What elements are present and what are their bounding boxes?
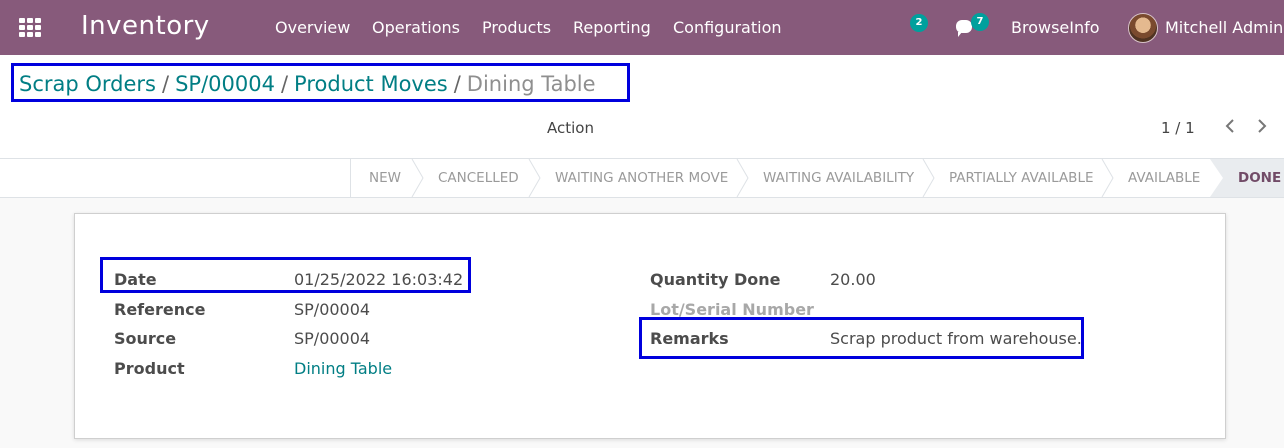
quantity-done-value: 20.00	[830, 270, 876, 289]
avatar[interactable]	[1128, 13, 1158, 43]
stage-arrow-icon	[528, 159, 541, 197]
product-label: Product	[114, 359, 185, 378]
stage-arrow-icon	[1101, 159, 1114, 197]
stage-waiting-another-move[interactable]: WAITING ANOTHER MOVE	[555, 159, 728, 197]
quantity-done-label: Quantity Done	[650, 270, 781, 289]
breadcrumb-scrap-orders[interactable]: Scrap Orders	[19, 72, 156, 96]
stage-done-arrow-icon	[1210, 159, 1223, 197]
reference-value: SP/00004	[294, 300, 371, 319]
activity-count-badge[interactable]: 2	[910, 14, 928, 32]
status-bar-divider	[350, 159, 351, 197]
chat-icon[interactable]	[956, 20, 972, 37]
stage-partially-available[interactable]: PARTIALLY AVAILABLE	[949, 159, 1094, 197]
pager-value[interactable]: 1 / 1	[1161, 119, 1195, 137]
product-link[interactable]: Dining Table	[294, 359, 392, 378]
control-panel: Scrap Orders / SP/00004/Product Moves / Dini…	[0, 55, 1284, 158]
breadcrumb-separator: /	[280, 72, 289, 96]
stage-arrow-icon	[411, 159, 424, 197]
apps-menu-icon[interactable]	[19, 18, 41, 37]
breadcrumb-product-moves[interactable]: Product Moves	[294, 72, 448, 96]
reference-label: Reference	[114, 300, 206, 319]
menu-reporting[interactable]: Reporting	[573, 18, 651, 37]
breadcrumb: Scrap Orders / SP/00004/Product Moves / Dini…	[19, 72, 596, 96]
menu-overview[interactable]: Overview	[275, 18, 350, 37]
action-dropdown-button[interactable]: Action	[547, 119, 594, 137]
stage-arrow-icon	[736, 159, 749, 197]
lot-serial-number-label: Lot/Serial Number	[650, 300, 814, 319]
stage-waiting-availability[interactable]: WAITING AVAILABILITY	[763, 159, 914, 197]
message-count-badge[interactable]: 7	[971, 13, 989, 31]
menu-products[interactable]: Products	[482, 18, 551, 37]
breadcrumb-separator: /	[453, 72, 461, 96]
company-switcher[interactable]: BrowseInfo	[1011, 18, 1100, 37]
breadcrumb-current: Dining Table	[466, 72, 596, 96]
source-label: Source	[114, 329, 177, 348]
stage-arrow-icon	[922, 159, 935, 197]
date-label: Date	[114, 270, 157, 289]
remarks-value: Scrap product from warehouse.	[830, 329, 1082, 348]
stage-cancelled[interactable]: CANCELLED	[438, 159, 519, 197]
form-sheet: Date 01/25/2022 16:03:42 Reference SP/00…	[74, 213, 1226, 439]
source-value: SP/00004	[294, 329, 371, 348]
breadcrumb-scrap-record[interactable]: SP/00004	[175, 72, 275, 96]
remarks-label: Remarks	[650, 329, 729, 348]
user-menu[interactable]: Mitchell Admin	[1165, 18, 1283, 37]
stage-available[interactable]: AVAILABLE	[1128, 159, 1200, 197]
date-value: 01/25/2022 16:03:42	[294, 270, 464, 289]
pager-previous-icon[interactable]	[1223, 117, 1237, 135]
breadcrumb-separator: /	[162, 72, 170, 96]
top-navbar: Inventory Overview Operations Products R…	[0, 0, 1284, 55]
menu-operations[interactable]: Operations	[372, 18, 460, 37]
pager-next-icon[interactable]	[1255, 117, 1269, 135]
stage-new[interactable]: NEW	[369, 159, 401, 197]
app-title[interactable]: Inventory	[81, 11, 210, 41]
status-bar: NEW CANCELLED WAITING ANOTHER MOVE WAITI…	[0, 158, 1284, 198]
menu-configuration[interactable]: Configuration	[673, 18, 782, 37]
